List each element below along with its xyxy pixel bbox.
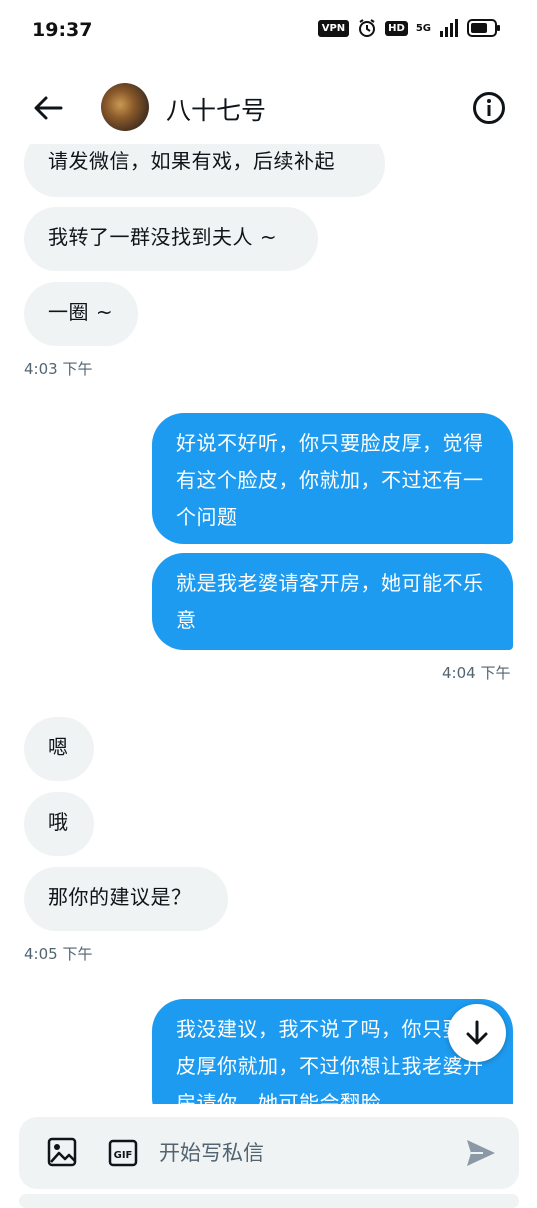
message-bubble-outgoing[interactable]: 好说不好听，你只要脸皮厚，觉得有这个脸皮，你就加，不过还有一个问题: [152, 413, 513, 544]
message-bubble-incoming[interactable]: 请发微信，如果有戏，后续补起: [24, 144, 385, 197]
network-label: 5G: [415, 22, 431, 34]
message-timestamp: 4:03 下午: [24, 360, 93, 378]
back-arrow-icon[interactable]: [28, 92, 68, 124]
message-timestamp: 4:05 下午: [24, 945, 93, 963]
battery-icon: [467, 19, 501, 37]
message-bubble-incoming[interactable]: 嗯: [24, 717, 94, 781]
image-icon[interactable]: [47, 1137, 77, 1167]
message-input[interactable]: [159, 1136, 449, 1170]
message-list[interactable]: 请发微信，如果有戏，后续补起 我转了一群没找到夫人 ~ 一圈 ~ 4:03 下午…: [0, 144, 537, 1104]
info-icon[interactable]: [472, 91, 506, 125]
status-time: 19:37: [32, 19, 93, 41]
message-bubble-incoming[interactable]: 一圈 ~: [24, 282, 138, 346]
hd-badge: HD: [385, 20, 408, 36]
signal-icon: [439, 19, 459, 37]
contact-name[interactable]: 八十七号: [166, 91, 266, 127]
message-bubble-incoming[interactable]: 我转了一群没找到夫人 ~: [24, 207, 318, 271]
message-composer: GIF: [19, 1117, 519, 1189]
send-icon[interactable]: [465, 1137, 497, 1169]
alarm-icon: [357, 18, 377, 38]
vpn-badge: VPN: [317, 19, 350, 37]
scroll-down-arrow-icon[interactable]: [448, 1004, 506, 1062]
svg-text:GIF: GIF: [114, 1150, 133, 1161]
status-icons: VPN HD 5G: [317, 18, 501, 38]
message-bubble-outgoing[interactable]: 就是我老婆请客开房，她可能不乐意: [152, 553, 513, 650]
message-bubble-incoming[interactable]: 那你的建议是？: [24, 867, 228, 931]
status-bar: 19:37 VPN HD 5G: [0, 0, 537, 60]
conversation-header: 八十七号: [0, 72, 537, 144]
gif-icon[interactable]: GIF: [108, 1138, 138, 1168]
bottom-bar-edge: [19, 1194, 519, 1208]
message-bubble-incoming[interactable]: 哦: [24, 792, 94, 856]
message-timestamp: 4:04 下午: [442, 664, 511, 682]
avatar[interactable]: [101, 83, 149, 131]
